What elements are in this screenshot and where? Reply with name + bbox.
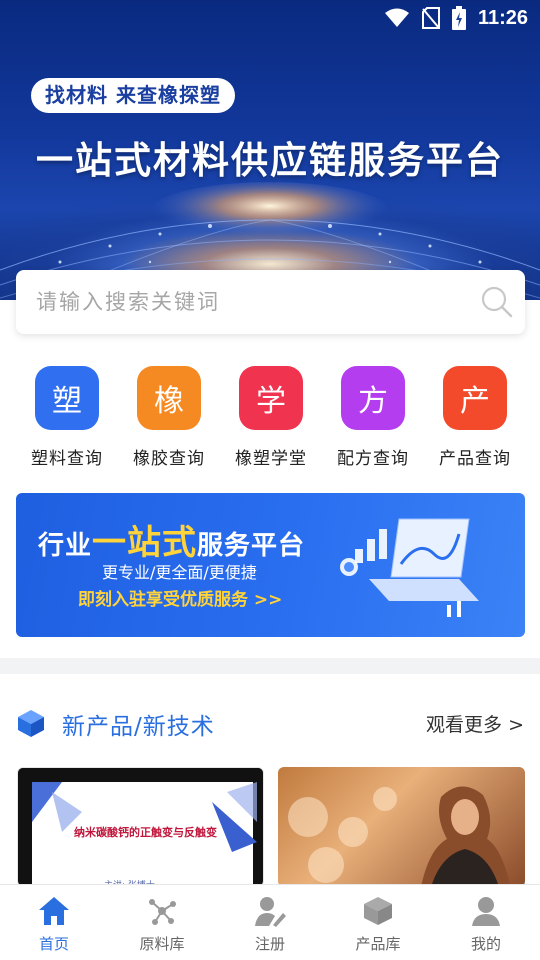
slogan-pill: 找材料 来查橡探塑	[31, 78, 235, 113]
search-input[interactable]	[36, 290, 456, 314]
wifi-icon	[384, 8, 409, 27]
category-rubber[interactable]: 橡 橡胶查询	[118, 366, 220, 469]
nav-home[interactable]: 首页	[0, 885, 108, 960]
video-frame	[18, 768, 32, 886]
nav-label: 首页	[38, 935, 69, 953]
hero-title: 一站式材料供应链服务平台	[36, 139, 504, 182]
molecule-icon	[149, 899, 176, 925]
plastic-icon: 塑	[35, 366, 99, 430]
nav-materials[interactable]: 原料库	[108, 885, 216, 960]
laptop-illustration-icon	[340, 518, 479, 617]
user-edit-icon	[255, 897, 286, 927]
promo-title-highlight: 一站式	[92, 523, 198, 563]
nav-label: 注册	[254, 935, 285, 953]
category-grid: 塑 塑料查询 橡 橡胶查询 学 橡塑学堂 方 配方查询 产 产品查询	[0, 366, 540, 476]
category-label: 橡塑学堂	[235, 449, 307, 469]
category-label: 产品查询	[439, 449, 511, 469]
category-plastic[interactable]: 塑 塑料查询	[16, 366, 118, 469]
video-frame	[18, 768, 263, 782]
category-label: 橡胶查询	[133, 449, 205, 469]
product-icon: 产	[443, 366, 507, 430]
search-bar[interactable]	[16, 270, 525, 334]
speaker-photo	[421, 786, 511, 887]
category-formula[interactable]: 方 配方查询	[322, 366, 424, 469]
nav-label: 我的	[470, 935, 501, 953]
rubber-icon: 橡	[137, 366, 201, 430]
video-card[interactable]: 纳米碳酸钙的正触变与反触变 主讲: 张博士	[17, 767, 264, 887]
nav-label: 原料库	[139, 935, 185, 953]
status-time: 11:26	[477, 6, 528, 29]
nav-label: 产品库	[355, 935, 401, 953]
view-more-link[interactable]: 观看更多 >	[426, 710, 524, 737]
promo-title-suffix: 服务平台	[197, 531, 306, 561]
promo-title: 行业一站式服务平台	[38, 515, 305, 564]
user-icon	[472, 897, 500, 926]
category-academy[interactable]: 学 橡塑学堂	[220, 366, 322, 469]
box-icon	[364, 897, 392, 925]
section-title: 新产品/新技术	[62, 714, 215, 740]
nav-register[interactable]: 注册	[216, 885, 324, 960]
promo-title-prefix: 行业	[38, 531, 93, 561]
no-sim-icon	[421, 7, 440, 29]
category-label: 配方查询	[337, 449, 409, 469]
promo-subtitle: 更专业/更全面/更便捷	[102, 563, 257, 582]
battery-charging-icon	[451, 6, 466, 30]
video-caption: 纳米碳酸钙的正触变与反触变	[74, 826, 217, 839]
bokeh-light	[338, 817, 368, 847]
hero-banner[interactable]: 11:26 找材料 来查橡探塑 一站式材料供应链服务平台	[0, 0, 540, 300]
category-label: 塑料查询	[31, 449, 103, 469]
academy-icon: 学	[239, 366, 303, 430]
nav-profile[interactable]: 我的	[432, 885, 540, 960]
bottom-navigation: 首页 原料库 注册 产品库 我的	[0, 884, 540, 960]
home-icon	[39, 897, 69, 925]
category-product[interactable]: 产 产品查询	[424, 366, 526, 469]
promo-banner[interactable]: 行业一站式服务平台 更专业/更全面/更便捷 即刻入驻享受优质服务 >>	[16, 493, 525, 637]
section-divider	[0, 658, 540, 674]
new-products-header: 新产品/新技术 观看更多 >	[0, 700, 540, 744]
formula-icon: 方	[341, 366, 405, 430]
bokeh-light	[308, 847, 344, 883]
search-icon[interactable]	[481, 286, 513, 318]
cube-icon	[18, 710, 44, 737]
nav-products[interactable]: 产品库	[324, 885, 432, 960]
bokeh-light	[288, 797, 328, 837]
status-bar: 11:26	[0, 0, 540, 36]
promo-cta-link[interactable]: 即刻入驻享受优质服务 >>	[78, 585, 282, 610]
photo-card[interactable]	[278, 767, 525, 887]
